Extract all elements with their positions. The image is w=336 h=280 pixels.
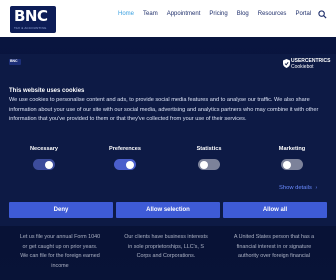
toggle-knob xyxy=(283,160,291,169)
main-nav: Home Team Appointment Pricing Blog Resou… xyxy=(118,11,320,21)
toggle-label-preferences: Preferences xyxy=(108,146,142,152)
show-details-label: Show details xyxy=(279,185,312,191)
toggle-knob xyxy=(126,160,134,169)
nav-blog[interactable]: Blog xyxy=(237,11,249,21)
dialog-brand-text: BNC xyxy=(10,59,18,63)
toggle-group-statistics: Statistics xyxy=(187,146,231,175)
nav-pricing[interactable]: Pricing xyxy=(209,11,227,21)
site-logo[interactable]: BNC TAX & ACCOUNTING xyxy=(10,6,56,33)
nav-portal[interactable]: Portal xyxy=(295,11,311,21)
nav-appointment[interactable]: Appointment xyxy=(167,11,201,21)
dialog-description: We use cookies to personalise content an… xyxy=(9,97,319,122)
toggle-knob xyxy=(45,160,53,169)
toggle-label-marketing: Marketing xyxy=(278,146,306,152)
nav-resources[interactable]: Resources xyxy=(258,11,287,21)
toggle-marketing[interactable] xyxy=(281,159,303,170)
allow-all-button[interactable]: Allow all xyxy=(223,202,327,218)
nav-home[interactable]: Home xyxy=(118,11,134,21)
site-header: BNC TAX & ACCOUNTING Home Team Appointme… xyxy=(0,0,336,37)
toggle-label-necessary: Necessary xyxy=(30,146,58,152)
toggle-group-marketing: Marketing xyxy=(270,146,314,175)
cookie-consent-dialog: BNC USERCENTRICS Cookiebot This website … xyxy=(0,54,336,226)
search-icon[interactable] xyxy=(318,10,327,19)
logo-text: BNC xyxy=(14,7,48,25)
dialog-brand-logo: BNC xyxy=(9,59,21,65)
toggle-necessary xyxy=(33,159,55,170)
dialog-title: This website uses cookies xyxy=(9,88,85,94)
chevron-right-icon: › xyxy=(315,185,318,191)
badge-line2: Cookiebot xyxy=(291,64,314,70)
toggle-group-necessary: Necessary xyxy=(22,146,66,175)
nav-team[interactable]: Team xyxy=(143,11,158,21)
toggle-knob xyxy=(200,160,208,169)
usercentrics-badge[interactable]: USERCENTRICS Cookiebot xyxy=(283,58,330,72)
shield-icon xyxy=(283,59,290,68)
deny-button[interactable]: Deny xyxy=(9,202,113,218)
toggle-preferences[interactable] xyxy=(114,159,136,170)
toggle-group-preferences: Preferences xyxy=(103,146,147,175)
show-details-link[interactable]: Show details › xyxy=(279,185,317,191)
allow-selection-button[interactable]: Allow selection xyxy=(116,202,220,218)
toggle-label-statistics: Statistics xyxy=(196,146,222,152)
toggle-statistics[interactable] xyxy=(198,159,220,170)
logo-tagline: TAX & ACCOUNTING xyxy=(14,26,47,30)
